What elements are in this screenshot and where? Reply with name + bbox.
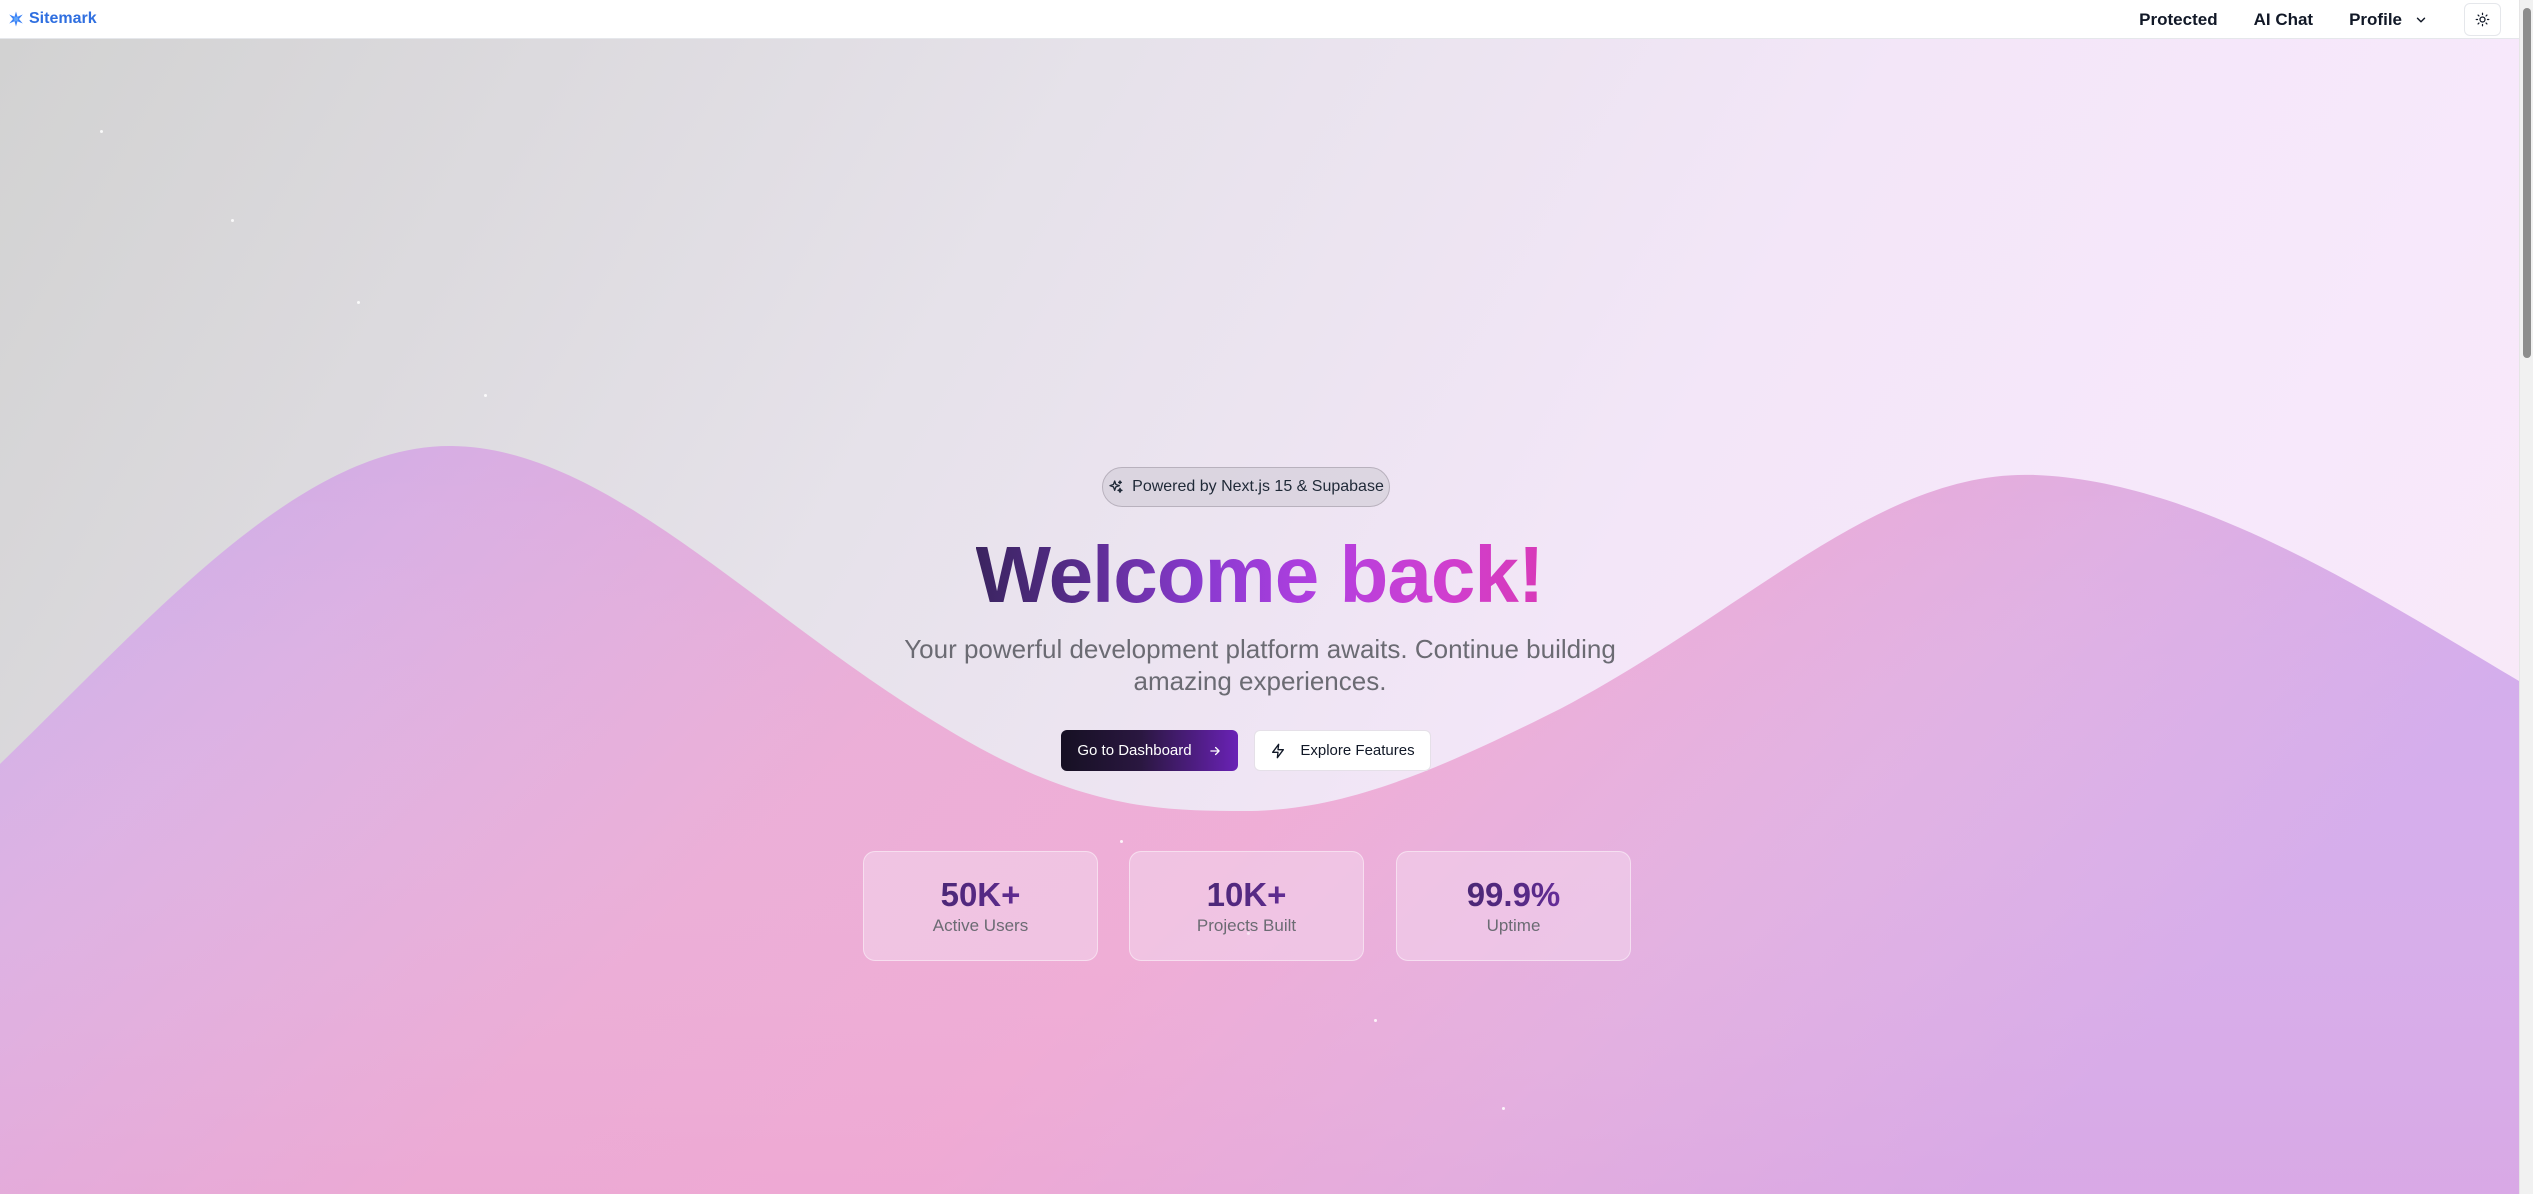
zap-icon: [1272, 743, 1285, 758]
hero-section: Powered by Next.js 15 & Supabase Welcome…: [0, 39, 2519, 1194]
sparkle-dot: [1374, 1019, 1377, 1022]
stat-value: 50K+: [864, 876, 1097, 914]
brand-logo[interactable]: Sitemark: [7, 7, 97, 31]
stat-card-active-users: 50K+ Active Users: [863, 851, 1098, 961]
top-navbar: Sitemark Protected AI Chat Profile: [0, 0, 2519, 39]
stat-card-uptime: 99.9% Uptime: [1396, 851, 1631, 961]
sparkle-dot: [1120, 840, 1123, 843]
nav-link-ai-chat[interactable]: AI Chat: [2236, 0, 2332, 39]
sparkle-dot: [357, 301, 360, 304]
sparkle-dot: [231, 219, 234, 222]
chevron-down-icon: [2416, 17, 2426, 22]
explore-features-button[interactable]: Explore Features: [1254, 730, 1431, 771]
profile-label: Profile: [2349, 9, 2402, 29]
sparkle-dot: [484, 394, 487, 397]
go-to-dashboard-button[interactable]: Go to Dashboard: [1061, 730, 1238, 771]
sitemark-logo-icon: [9, 11, 23, 27]
scrollbar-thumb[interactable]: [2523, 8, 2531, 358]
nav-link-protected[interactable]: Protected: [2121, 0, 2235, 39]
explore-features-label: Explore Features: [1300, 742, 1415, 759]
sun-icon: [2475, 12, 2490, 27]
welcome-headline: Welcome back!: [0, 527, 2519, 623]
stat-card-projects-built: 10K+ Projects Built: [1129, 851, 1364, 961]
brand-name: Sitemark: [29, 10, 97, 27]
powered-by-badge: Powered by Next.js 15 & Supabase: [1102, 467, 1390, 507]
theme-toggle-button[interactable]: [2464, 3, 2501, 36]
go-to-dashboard-label: Go to Dashboard: [1077, 742, 1192, 759]
profile-menu[interactable]: Profile: [2331, 0, 2446, 39]
headline-text: Welcome back!: [975, 530, 1545, 619]
sparkle-dot: [1502, 1107, 1505, 1110]
nav-links: Protected AI Chat Profile: [2121, 0, 2519, 39]
stat-label: Uptime: [1486, 916, 1541, 935]
stat-label: Projects Built: [1196, 916, 1297, 935]
stat-value: 10K+: [1130, 876, 1363, 914]
stat-value: 99.9%: [1397, 876, 1630, 914]
stat-label: Active Users: [932, 916, 1029, 935]
arrow-right-icon: [1209, 746, 1220, 755]
badge-text: Powered by Next.js 15 & Supabase: [1132, 478, 1384, 495]
sparkles-icon: [1109, 480, 1123, 493]
hero-subtitle: Your powerful development platform await…: [904, 634, 1616, 696]
sparkle-dot: [100, 130, 103, 133]
page-scrollbar[interactable]: [2519, 0, 2533, 1194]
